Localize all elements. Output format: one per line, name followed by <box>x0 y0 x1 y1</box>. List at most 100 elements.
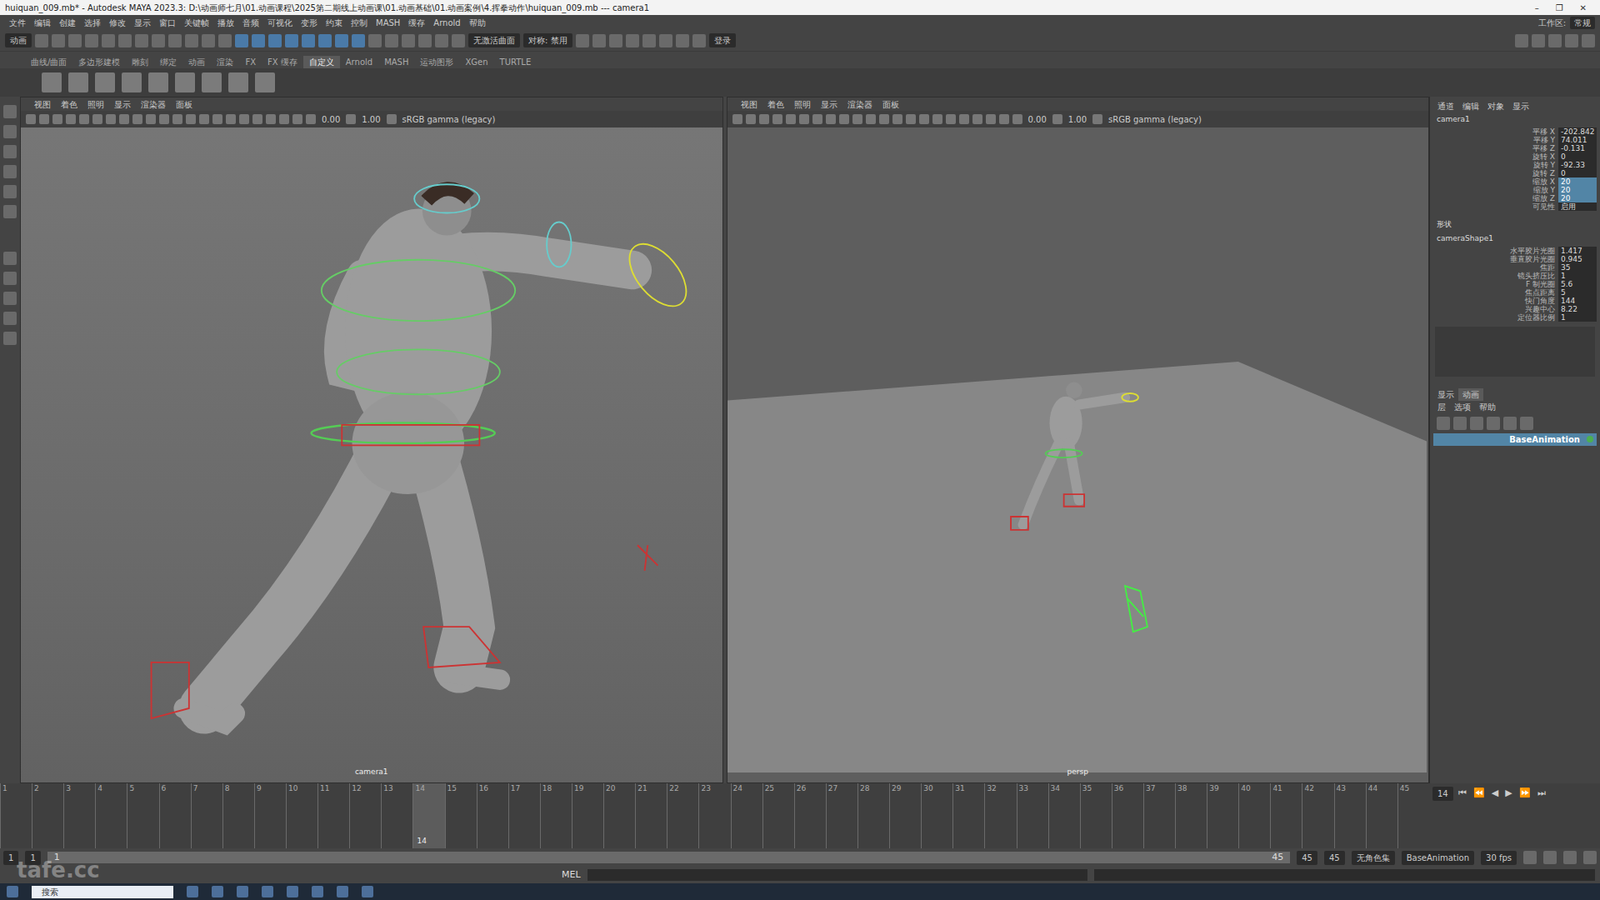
exposure-field[interactable]: 0.00 <box>1025 113 1050 126</box>
layer-tab[interactable]: 动画 <box>1458 388 1484 401</box>
gamma-field[interactable]: 1.00 <box>1065 113 1090 126</box>
tool-icon[interactable] <box>218 34 232 48</box>
tool-icon[interactable] <box>51 34 65 48</box>
viewport-tool-icon[interactable] <box>65 114 76 125</box>
select-tool-icon[interactable] <box>3 145 17 159</box>
playback-option-icon[interactable] <box>1563 850 1577 865</box>
layer-tool-icon[interactable] <box>1503 416 1517 430</box>
snap-icon[interactable] <box>301 34 315 48</box>
time-tick[interactable]: 7 <box>190 783 223 849</box>
time-tick[interactable]: 28 <box>857 783 890 849</box>
playback-button[interactable]: ⏪ <box>1471 786 1487 801</box>
time-tick[interactable]: 43 <box>1334 783 1366 849</box>
character-set[interactable]: 无角色集 <box>1351 850 1395 865</box>
channel-value[interactable]: 20 <box>1558 185 1597 195</box>
viewport-menu-item[interactable]: 视图 <box>735 98 763 111</box>
time-tick[interactable]: 27 <box>825 783 858 849</box>
layer-menu-item[interactable]: 选项 <box>1450 400 1475 414</box>
taskbar-app-icon[interactable] <box>236 885 249 898</box>
channel-value[interactable]: 35 <box>1558 263 1597 272</box>
current-frame-field[interactable]: 14 <box>1432 786 1454 801</box>
viewport-tool-icon[interactable] <box>212 114 223 125</box>
time-tick[interactable]: 32 <box>984 783 1016 849</box>
snap-icon[interactable] <box>318 34 332 48</box>
taskbar-app-icon[interactable] <box>186 885 199 898</box>
viewport-menu-item[interactable]: 渲染器 <box>842 98 878 111</box>
channel-row[interactable]: 垂直胶片光圈0.945 <box>1433 255 1597 264</box>
viewport-tool-icon[interactable] <box>932 114 943 125</box>
time-tick[interactable]: 22 <box>666 783 699 849</box>
taskbar-app-icon[interactable] <box>361 885 374 898</box>
viewport-tool-icon[interactable] <box>159 114 170 125</box>
time-tick[interactable]: 36 <box>1111 783 1144 849</box>
tool-icon[interactable] <box>168 34 182 48</box>
channel-value[interactable]: 启用 <box>1558 202 1597 211</box>
viewport-tool-icon[interactable] <box>839 114 850 125</box>
layout-icon[interactable] <box>1531 34 1545 48</box>
taskbar-app-icon[interactable] <box>311 885 324 898</box>
layer-menu-item[interactable]: 层 <box>1433 400 1450 414</box>
time-tick[interactable]: 26 <box>794 783 826 849</box>
panel-icon[interactable] <box>609 34 623 48</box>
layer-menu-item[interactable]: 帮助 <box>1475 400 1500 414</box>
channel-value[interactable]: 1 <box>1558 271 1597 280</box>
channel-value[interactable]: 5.6 <box>1558 280 1597 289</box>
channel-row[interactable]: 定位器比例1 <box>1433 313 1597 322</box>
menu-item[interactable]: 控制 <box>346 16 372 30</box>
viewport-tool-icon[interactable] <box>772 114 783 125</box>
viewport-tool-icon[interactable] <box>79 114 90 125</box>
channel-row[interactable]: 平移 Y74.011 <box>1433 135 1597 145</box>
viewport-tool-icon[interactable] <box>732 114 743 125</box>
snap-icon[interactable] <box>268 34 282 48</box>
viewport-menu-item[interactable]: 照明 <box>82 98 110 111</box>
shelf-tab[interactable]: 动画 <box>182 55 211 69</box>
tool-icon[interactable] <box>135 34 149 48</box>
time-tick[interactable]: 24 <box>730 783 763 849</box>
viewport-tool-icon[interactable] <box>785 114 796 125</box>
time-tick[interactable]: 44 <box>1365 783 1398 849</box>
viewport-tool-icon[interactable] <box>745 114 756 125</box>
time-tick[interactable]: 3 <box>63 783 95 849</box>
viewport-menu-item[interactable]: 照明 <box>789 98 816 111</box>
select-tool-icon[interactable] <box>3 205 17 219</box>
menu-item[interactable]: 约束 <box>321 16 347 30</box>
layout-tool-icon[interactable] <box>3 251 17 265</box>
colorspace-icon[interactable] <box>386 114 397 125</box>
shelf-tab[interactable]: FX <box>239 55 262 69</box>
panel-icon[interactable] <box>625 34 640 48</box>
gamma-icon[interactable] <box>345 114 356 125</box>
time-tick[interactable]: 25 <box>762 783 795 849</box>
command-language[interactable]: MEL <box>561 868 581 883</box>
layout-icon[interactable] <box>1548 34 1562 48</box>
viewport-tool-icon[interactable] <box>292 114 303 125</box>
menu-item[interactable]: 缓存 <box>404 16 430 30</box>
channel-box-menu-item[interactable]: 编辑 <box>1458 100 1484 113</box>
time-tick[interactable]: 19 <box>571 783 604 849</box>
playback-option-icon[interactable] <box>1543 850 1557 865</box>
channel-row[interactable]: 缩放 X20 <box>1433 177 1597 186</box>
viewport-tool-icon[interactable] <box>905 114 916 125</box>
layout-icon[interactable] <box>1515 34 1529 48</box>
layout-tool-icon[interactable] <box>3 271 17 285</box>
time-tick[interactable]: 23 <box>698 783 730 849</box>
viewport-tool-icon[interactable] <box>305 114 316 125</box>
channel-box-menu-item[interactable]: 显示 <box>1508 100 1534 113</box>
snap-icon[interactable] <box>235 34 249 48</box>
end-field[interactable]: 45 <box>1324 850 1345 865</box>
menu-item[interactable]: 修改 <box>105 16 130 30</box>
shelf-tool-icon[interactable] <box>68 72 89 93</box>
window-control[interactable]: ❐ <box>1547 1 1572 15</box>
gamma-icon[interactable] <box>1052 114 1063 125</box>
viewport-tool-icon[interactable] <box>39 114 50 125</box>
layout-icon[interactable] <box>1565 34 1579 48</box>
panel-icon[interactable] <box>675 34 690 48</box>
channel-value[interactable]: 0.945 <box>1558 255 1597 264</box>
time-tick[interactable]: 38 <box>1175 783 1207 849</box>
time-tick[interactable]: 10 <box>285 783 318 849</box>
channel-row[interactable]: 平移 X-202.842 <box>1433 127 1597 136</box>
time-tick[interactable]: 6 <box>159 783 191 849</box>
channel-row[interactable]: 焦距35 <box>1433 263 1597 272</box>
viewport-tool-icon[interactable] <box>119 114 130 125</box>
colorspace-field[interactable]: sRGB gamma (legacy) <box>1105 113 1205 126</box>
channel-value[interactable]: 20 <box>1558 177 1597 186</box>
